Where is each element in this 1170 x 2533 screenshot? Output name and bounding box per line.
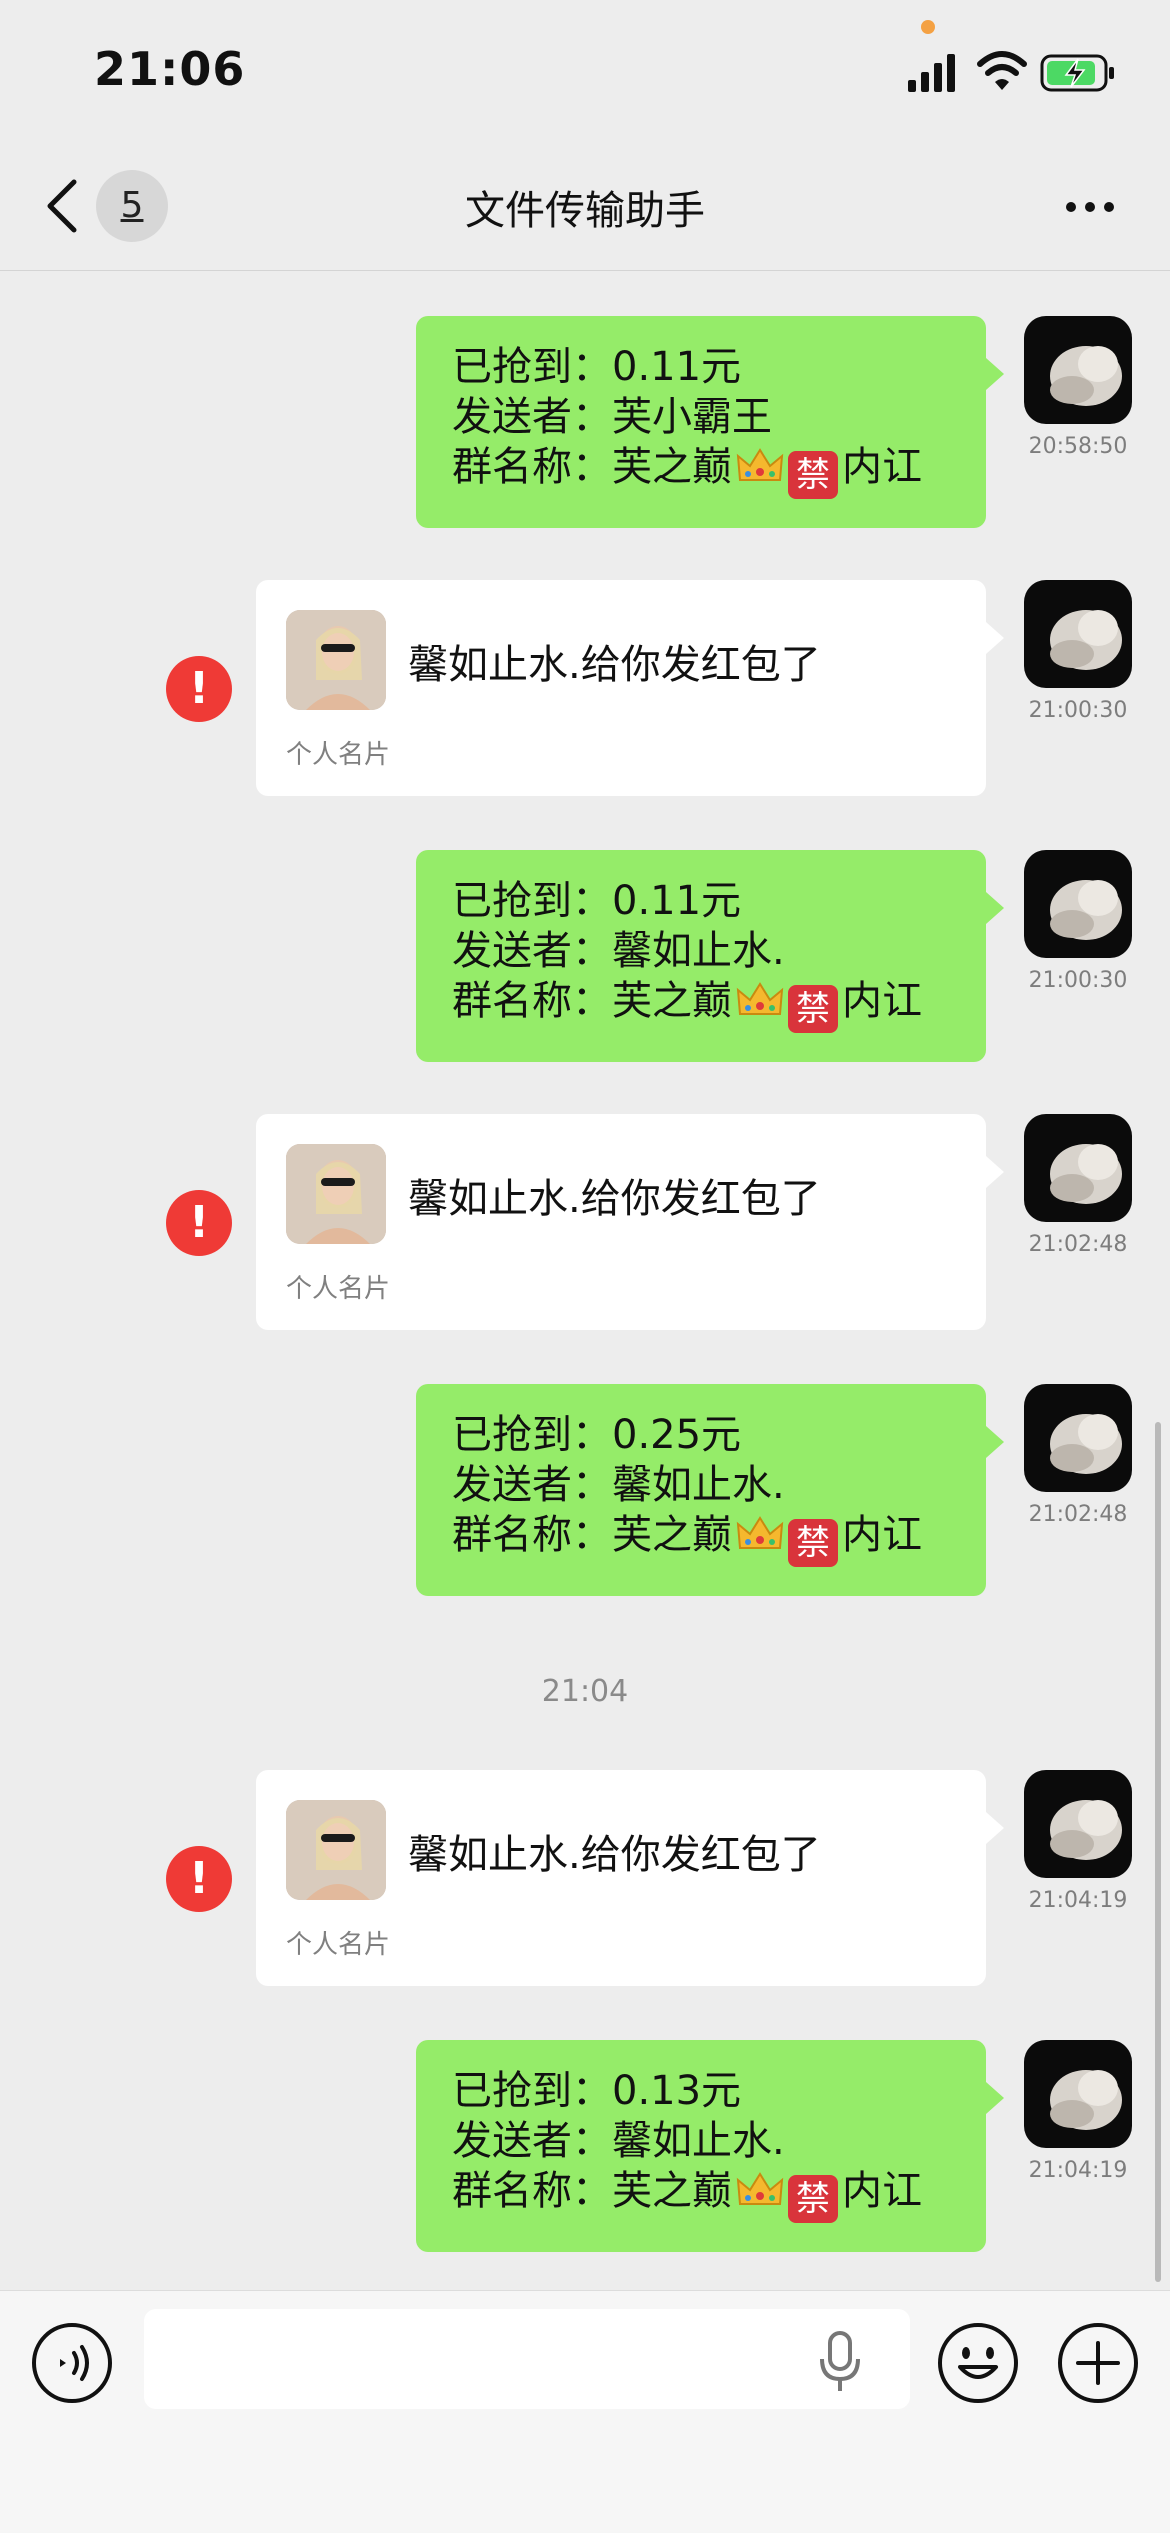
cat-photo-icon [1050, 346, 1122, 406]
group-name-line: 群名称：芙之巅 禁内讧 [452, 976, 986, 1033]
crown-icon [736, 982, 784, 1015]
contact-card-bubble[interactable]: 馨如止水.给你发红包了 个人名片 [256, 1770, 1004, 1986]
ban-badge: 禁 [788, 451, 838, 499]
emoji-icon[interactable] [936, 2321, 1020, 2405]
sender-text: 发送者：馨如止水. [452, 2118, 785, 2164]
woman-portrait-icon [286, 610, 386, 710]
woman-portrait-icon [286, 1144, 386, 1244]
nav-bar: 5 文件传输助手 [0, 140, 1170, 271]
privacy-indicator-dot [921, 20, 935, 34]
grabbed-amount-text: 已抢到：0.13元 [452, 2068, 742, 2114]
crown-icon [736, 2172, 784, 2205]
crown-icon [736, 1516, 784, 1549]
group-name-suffix: 内讧 [842, 444, 922, 490]
crown-icon [736, 448, 784, 481]
contact-card-bubble[interactable]: 馨如止水.给你发红包了 个人名片 [256, 580, 1004, 796]
grabbed-amount-text: 已抢到：0.25元 [452, 1412, 742, 1458]
avatar[interactable] [1024, 1384, 1132, 1492]
sender-text: 发送者：馨如止水. [452, 1462, 785, 1508]
group-name-prefix: 群名称：芙之巅 [452, 1512, 732, 1558]
card-avatar [286, 1800, 386, 1900]
avatar[interactable] [1024, 1114, 1132, 1222]
message-timestamp: 21:00:30 [1028, 698, 1128, 723]
ban-badge: 禁 [788, 1519, 838, 1567]
grabbed-amount-text: 已抢到：0.11元 [452, 878, 742, 924]
group-name-suffix: 内讧 [842, 1512, 922, 1558]
plus-icon[interactable] [1056, 2321, 1140, 2405]
card-type-label: 个人名片 [286, 1930, 391, 1960]
contact-card-bubble[interactable]: 馨如止水.给你发红包了 个人名片 [256, 1114, 1004, 1330]
message-timestamp: 21:02:48 [1028, 1232, 1128, 1257]
red-packet-message-bubble[interactable]: 已抢到：0.13元 发送者：馨如止水. 群名称：芙之巅 禁内讧 [416, 2040, 1004, 2252]
card-avatar [286, 610, 386, 710]
card-type-label: 个人名片 [286, 1274, 391, 1304]
more-dots-icon[interactable] [1064, 200, 1116, 214]
group-name-line: 群名称：芙之巅 禁内讧 [452, 2166, 986, 2223]
cellular-signal-icon [908, 54, 955, 92]
scrollbar[interactable] [1155, 1422, 1161, 2282]
battery-charging-icon [1040, 54, 1114, 92]
cat-photo-icon [1050, 1144, 1122, 1204]
input-bar [0, 2290, 1170, 2533]
message-timestamp: 21:02:48 [1028, 1502, 1128, 1527]
group-name-prefix: 群名称：芙之巅 [452, 2168, 732, 2214]
cat-photo-icon [1050, 610, 1122, 670]
card-title: 馨如止水.给你发红包了 [408, 1832, 821, 1878]
ban-badge: 禁 [788, 2175, 838, 2223]
group-name-line: 群名称：芙之巅 禁内讧 [452, 442, 986, 499]
card-avatar [286, 1144, 386, 1244]
cat-photo-icon [1050, 1414, 1122, 1474]
avatar[interactable] [1024, 850, 1132, 958]
sender-text: 发送者：馨如止水. [452, 928, 785, 974]
time-separator: 21:04 [541, 1674, 629, 1709]
group-name-prefix: 群名称：芙之巅 [452, 444, 732, 490]
message-timestamp: 20:58:50 [1028, 434, 1128, 459]
card-title: 馨如止水.给你发红包了 [408, 1176, 821, 1222]
ban-badge: 禁 [788, 985, 838, 1033]
wifi-icon [977, 51, 1027, 90]
avatar[interactable] [1024, 580, 1132, 688]
voice-icon[interactable] [30, 2321, 114, 2405]
card-title: 馨如止水.给你发红包了 [408, 642, 821, 688]
cat-photo-icon [1050, 1800, 1122, 1860]
woman-portrait-icon [286, 1800, 386, 1900]
send-failed-exclamation-icon[interactable]: ! [166, 1846, 232, 1912]
status-time: 21:06 [94, 42, 246, 96]
red-packet-message-bubble[interactable]: 已抢到：0.25元 发送者：馨如止水. 群名称：芙之巅 禁内讧 [416, 1384, 1004, 1596]
message-timestamp: 21:04:19 [1028, 1888, 1128, 1913]
group-name-prefix: 群名称：芙之巅 [452, 978, 732, 1024]
grabbed-amount-text: 已抢到：0.11元 [452, 344, 742, 390]
avatar[interactable] [1024, 2040, 1132, 2148]
status-bar: 21:06 [0, 0, 1170, 140]
sender-text: 发送者：芙小霸王 [452, 394, 772, 440]
avatar[interactable] [1024, 1770, 1132, 1878]
message-timestamp: 21:00:30 [1028, 968, 1128, 993]
message-input[interactable] [144, 2309, 910, 2409]
group-name-line: 群名称：芙之巅 禁内讧 [452, 1510, 986, 1567]
microphone-icon[interactable] [816, 2329, 864, 2393]
chat-title: 文件传输助手 [465, 188, 705, 234]
group-name-suffix: 内讧 [842, 2168, 922, 2214]
red-packet-message-bubble[interactable]: 已抢到：0.11元 发送者：芙小霸王 群名称：芙之巅 禁内讧 [416, 316, 1004, 528]
cat-photo-icon [1050, 2070, 1122, 2130]
avatar[interactable] [1024, 316, 1132, 424]
card-type-label: 个人名片 [286, 740, 391, 770]
send-failed-exclamation-icon[interactable]: ! [166, 656, 232, 722]
red-packet-message-bubble[interactable]: 已抢到：0.11元 发送者：馨如止水. 群名称：芙之巅 禁内讧 [416, 850, 1004, 1062]
message-timestamp: 21:04:19 [1028, 2158, 1128, 2183]
cat-photo-icon [1050, 880, 1122, 940]
group-name-suffix: 内讧 [842, 978, 922, 1024]
send-failed-exclamation-icon[interactable]: ! [166, 1190, 232, 1256]
